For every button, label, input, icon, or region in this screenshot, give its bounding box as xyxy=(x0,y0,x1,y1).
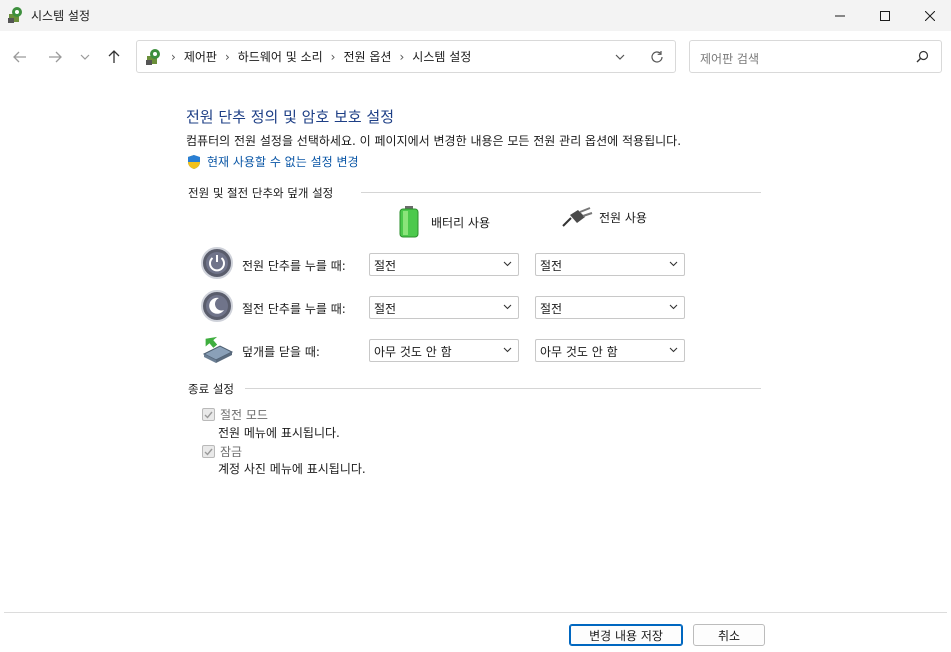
select-value: 아무 것도 안 함 xyxy=(540,345,618,359)
sleep-button-label: 절전 단추를 누를 때: xyxy=(242,302,346,316)
search-icon[interactable] xyxy=(916,50,929,63)
up-arrow-icon xyxy=(108,50,120,63)
section-divider xyxy=(361,192,761,193)
select-value: 절전 xyxy=(540,259,563,273)
address-bar[interactable]: › 제어판 › 하드웨어 및 소리 › 전원 옵션 › 시스템 설정 xyxy=(136,40,676,73)
forward-arrow-icon xyxy=(49,51,62,63)
back-arrow-icon xyxy=(13,51,26,63)
up-button[interactable] xyxy=(103,46,125,68)
power-plug-icon xyxy=(562,207,593,227)
breadcrumb-item-power-options[interactable]: 전원 옵션 xyxy=(343,48,391,65)
lid-close-label: 덮개를 닫을 때: xyxy=(242,345,320,359)
sleep-button-battery-select[interactable]: 절전 xyxy=(369,296,519,319)
battery-icon xyxy=(399,206,419,238)
page-description: 컴퓨터의 전원 설정을 선택하세요. 이 페이지에서 변경한 내용은 모든 전원… xyxy=(186,134,682,148)
buttons-section-heading: 전원 및 절전 단추와 덮개 설정 xyxy=(188,186,334,200)
checkmark-icon xyxy=(204,411,213,419)
chevron-right-icon[interactable]: › xyxy=(225,50,230,64)
sleep-mode-checkbox[interactable] xyxy=(202,408,215,421)
navigation-toolbar: › 제어판 › 하드웨어 및 소리 › 전원 옵션 › 시스템 설정 제어판 검… xyxy=(0,31,951,82)
search-placeholder: 제어판 검색 xyxy=(700,52,760,66)
main-content: 전원 단추 정의 및 암호 보호 설정 컴퓨터의 전원 설정을 선택하세요. 이… xyxy=(0,82,951,612)
address-history-chevron-down-icon[interactable] xyxy=(615,54,625,60)
forward-button[interactable] xyxy=(44,46,66,68)
chevron-down-icon xyxy=(503,304,512,310)
control-panel-icon xyxy=(8,7,22,23)
footer-divider xyxy=(4,612,947,613)
power-button-icon xyxy=(201,247,233,279)
sleep-button-icon xyxy=(201,290,233,322)
close-button[interactable] xyxy=(907,0,951,31)
change-unavailable-settings-link[interactable]: 현재 사용할 수 없는 설정 변경 xyxy=(186,153,359,170)
search-input[interactable]: 제어판 검색 xyxy=(689,40,942,73)
change-link-label[interactable]: 현재 사용할 수 없는 설정 변경 xyxy=(207,153,359,170)
breadcrumb-item-control-panel[interactable]: 제어판 xyxy=(184,48,217,65)
chevron-down-icon xyxy=(669,347,678,353)
plugged-column-label: 전원 사용 xyxy=(599,210,647,225)
battery-column-header: 배터리 사용 xyxy=(398,206,490,238)
refresh-icon[interactable] xyxy=(650,50,664,64)
shield-icon xyxy=(188,154,200,169)
chevron-down-icon xyxy=(503,261,512,267)
close-icon xyxy=(925,10,935,21)
window-title: 시스템 설정 xyxy=(31,9,91,23)
section-divider xyxy=(245,388,761,389)
chevron-right-icon[interactable]: › xyxy=(331,50,336,64)
recent-locations-button[interactable] xyxy=(74,46,96,68)
sleep-button-plugged-select[interactable]: 절전 xyxy=(535,296,685,319)
minimize-icon xyxy=(835,15,845,16)
title-bar: 시스템 설정 xyxy=(0,0,951,31)
maximize-icon xyxy=(880,10,890,21)
back-button[interactable] xyxy=(9,46,31,68)
power-button-plugged-select[interactable]: 절전 xyxy=(535,253,685,276)
shutdown-section-heading: 종료 설정 xyxy=(188,382,234,396)
lid-close-plugged-select[interactable]: 아무 것도 안 함 xyxy=(535,339,685,362)
sleep-mode-description: 전원 메뉴에 표시됩니다. xyxy=(218,426,340,440)
sleep-mode-checkbox-row[interactable]: 절전 모드 xyxy=(202,406,268,423)
select-value: 절전 xyxy=(374,259,397,273)
power-button-label: 전원 단추를 누를 때: xyxy=(242,259,346,273)
lock-label: 잠금 xyxy=(220,445,243,459)
lock-checkbox-row[interactable]: 잠금 xyxy=(202,443,242,460)
lock-checkbox[interactable] xyxy=(202,445,215,458)
sleep-mode-label: 절전 모드 xyxy=(220,408,268,422)
select-value: 절전 xyxy=(374,302,397,316)
lock-description: 계정 사진 메뉴에 표시됩니다. xyxy=(218,462,366,476)
chevron-right-icon: › xyxy=(171,49,176,64)
page-title: 전원 단추 정의 및 암호 보호 설정 xyxy=(186,108,395,126)
checkmark-icon xyxy=(204,448,213,456)
select-value: 아무 것도 안 함 xyxy=(374,345,452,359)
chevron-down-icon xyxy=(669,304,678,310)
breadcrumb-item-system-settings[interactable]: 시스템 설정 xyxy=(412,48,471,65)
chevron-right-icon[interactable]: › xyxy=(399,50,404,64)
battery-column-label: 배터리 사용 xyxy=(431,215,491,230)
cancel-button[interactable]: 취소 xyxy=(693,624,765,646)
save-changes-button[interactable]: 변경 내용 저장 xyxy=(569,624,683,646)
control-panel-icon xyxy=(146,48,160,65)
plugged-column-header: 전원 사용 xyxy=(561,206,647,228)
lid-close-battery-select[interactable]: 아무 것도 안 함 xyxy=(369,339,519,362)
power-button-battery-select[interactable]: 절전 xyxy=(369,253,519,276)
minimize-button[interactable] xyxy=(817,0,863,31)
chevron-down-icon xyxy=(503,347,512,353)
select-value: 절전 xyxy=(540,302,563,316)
maximize-button[interactable] xyxy=(862,0,908,31)
breadcrumb-item-hardware-sound[interactable]: 하드웨어 및 소리 xyxy=(238,48,323,65)
chevron-down-icon xyxy=(669,261,678,267)
recent-dropdown-icon xyxy=(80,54,90,60)
laptop-lid-icon xyxy=(202,336,234,363)
breadcrumb: › 제어판 › 하드웨어 및 소리 › 전원 옵션 › 시스템 설정 xyxy=(145,41,471,72)
